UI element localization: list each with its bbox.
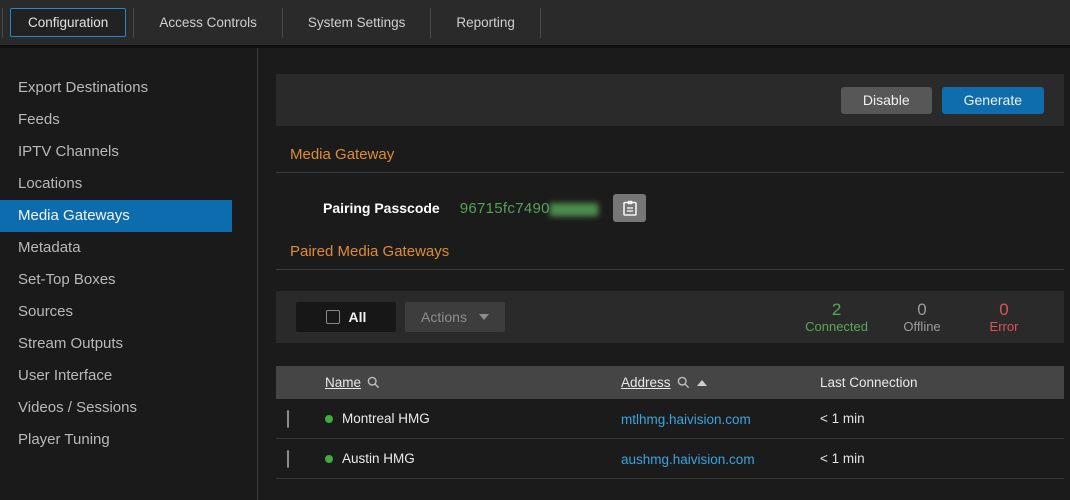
sidebar-item-metadata[interactable]: Metadata xyxy=(0,232,232,264)
sidebar-item-export-destinations[interactable]: Export Destinations xyxy=(0,72,232,104)
gateway-name: Montreal HMG xyxy=(342,411,430,426)
pairing-passcode-row: Pairing Passcode 96715fc7490███████ xyxy=(276,193,1064,223)
gateway-name: Austin HMG xyxy=(342,451,415,466)
top-nav-bar: Configuration Access Controls System Set… xyxy=(0,0,1070,48)
sidebar-item-user-interface[interactable]: User Interface xyxy=(0,360,232,392)
paired-gateways-table: Name Address xyxy=(276,366,1064,479)
last-connection-column-header: Last Connection xyxy=(820,375,1064,390)
sidebar-item-player-tuning[interactable]: Player Tuning xyxy=(0,424,232,456)
last-connection-value: < 1 min xyxy=(820,451,1064,466)
gateway-address-link[interactable]: mtlhmg.haivision.com xyxy=(621,412,751,427)
disable-button[interactable]: Disable xyxy=(841,87,932,114)
nav-divider xyxy=(540,8,541,38)
error-count: 0 xyxy=(976,300,1032,319)
row-checkbox[interactable] xyxy=(287,410,289,428)
main-content: Disable Generate Media Gateway Pairing P… xyxy=(258,48,1070,500)
error-label: Error xyxy=(976,319,1032,335)
offline-count: 0 xyxy=(894,300,950,319)
sidebar-item-iptv-channels[interactable]: IPTV Channels xyxy=(0,136,232,168)
table-header-row: Name Address xyxy=(276,366,1064,399)
config-sidebar: Export Destinations Feeds IPTV Channels … xyxy=(0,48,258,500)
offline-label: Offline xyxy=(894,319,950,335)
select-all-button[interactable]: All xyxy=(296,302,396,332)
tab-configuration[interactable]: Configuration xyxy=(10,8,126,37)
search-icon[interactable] xyxy=(677,376,690,389)
sidebar-item-feeds[interactable]: Feeds xyxy=(0,104,232,136)
address-column-header[interactable]: Address xyxy=(621,375,820,390)
sidebar-item-set-top-boxes[interactable]: Set-Top Boxes xyxy=(0,264,232,296)
chevron-down-icon xyxy=(479,314,489,320)
nav-divider xyxy=(2,8,3,38)
table-row[interactable]: Austin HMG aushmg.haivision.com < 1 min xyxy=(276,439,1064,479)
gateway-address-link[interactable]: aushmg.haivision.com xyxy=(621,452,755,467)
last-connection-value: < 1 min xyxy=(820,411,1064,426)
tab-system-settings[interactable]: System Settings xyxy=(290,8,424,37)
connected-label: Connected xyxy=(805,319,868,335)
copy-passcode-button[interactable] xyxy=(613,194,646,222)
search-icon[interactable] xyxy=(367,376,380,389)
nav-divider xyxy=(133,8,134,38)
sidebar-item-sources[interactable]: Sources xyxy=(0,296,232,328)
offline-counter: 0 Offline xyxy=(894,300,950,335)
select-all-checkbox[interactable] xyxy=(326,310,340,324)
nav-divider xyxy=(430,8,431,38)
sort-ascending-icon[interactable] xyxy=(697,380,707,386)
row-checkbox[interactable] xyxy=(287,450,289,468)
passcode-action-bar: Disable Generate xyxy=(276,74,1064,126)
table-row[interactable]: Montreal HMG mtlhmg.haivision.com < 1 mi… xyxy=(276,399,1064,439)
pairing-passcode-value: 96715fc7490███████ xyxy=(460,200,598,217)
connected-counter: 2 Connected xyxy=(805,300,868,335)
status-connected-dot xyxy=(325,415,333,423)
status-counters: 2 Connected 0 Offline 0 Error xyxy=(805,300,1032,335)
passcode-redacted-blur: ███████ xyxy=(550,204,598,216)
status-connected-dot xyxy=(325,455,333,463)
select-all-label: All xyxy=(349,309,367,325)
generate-button[interactable]: Generate xyxy=(942,87,1044,114)
gateway-list-toolbar: All Actions 2 Connected 0 Offline 0 Erro… xyxy=(276,291,1064,343)
actions-dropdown-label: Actions xyxy=(421,309,467,325)
nav-divider xyxy=(282,8,283,38)
sidebar-item-videos-sessions[interactable]: Videos / Sessions xyxy=(0,392,232,424)
pairing-passcode-label: Pairing Passcode xyxy=(323,200,440,216)
name-column-header[interactable]: Name xyxy=(325,375,621,390)
connected-count: 2 xyxy=(805,300,868,319)
error-counter: 0 Error xyxy=(976,300,1032,335)
tab-access-controls[interactable]: Access Controls xyxy=(141,8,275,37)
media-gateway-section-title: Media Gateway xyxy=(276,126,1064,173)
clipboard-icon xyxy=(623,200,637,216)
sidebar-item-stream-outputs[interactable]: Stream Outputs xyxy=(0,328,232,360)
sidebar-item-locations[interactable]: Locations xyxy=(0,168,232,200)
paired-gateways-section-title: Paired Media Gateways xyxy=(276,223,1064,270)
tab-reporting[interactable]: Reporting xyxy=(438,8,533,37)
actions-dropdown[interactable]: Actions xyxy=(405,302,505,332)
sidebar-item-media-gateways[interactable]: Media Gateways xyxy=(0,200,232,232)
